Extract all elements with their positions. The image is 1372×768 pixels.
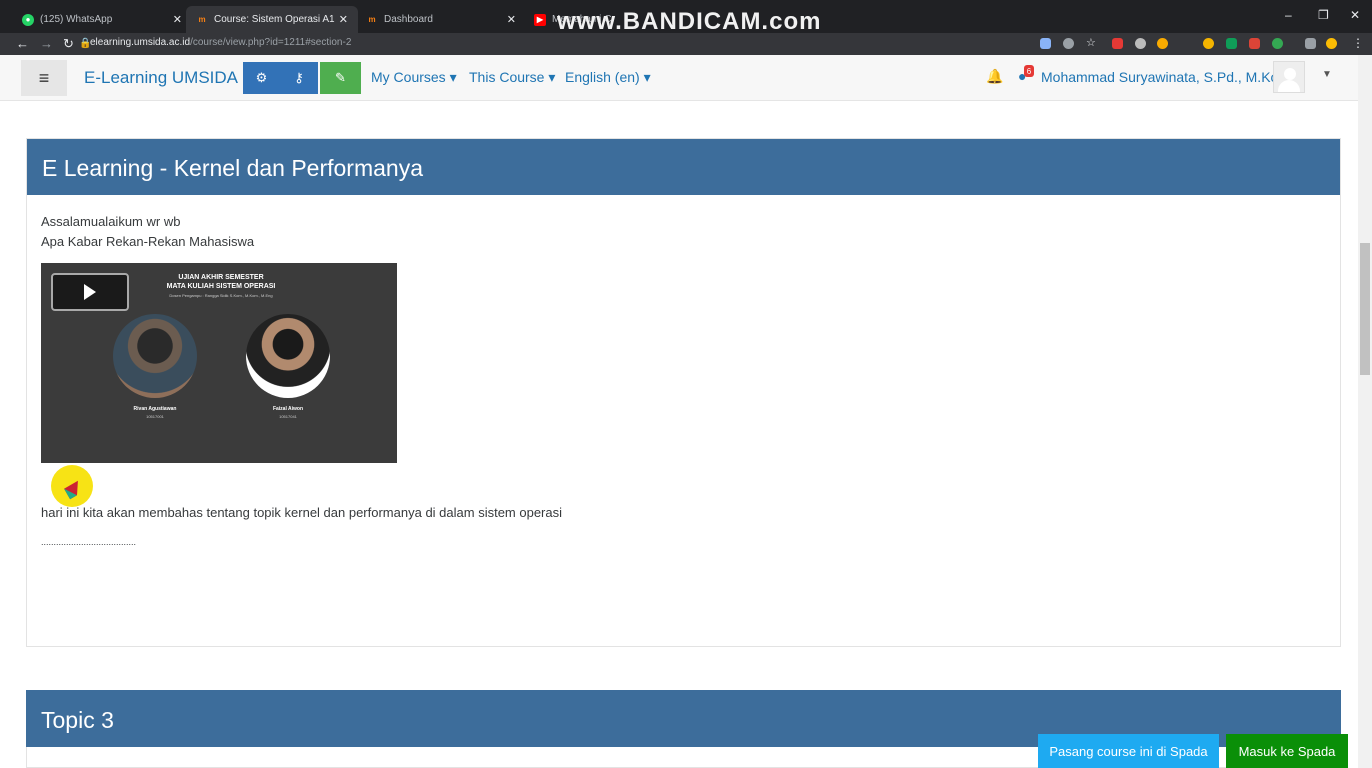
close-icon[interactable]: ✕ xyxy=(173,13,182,26)
menu-kebab-icon[interactable]: ⋮ xyxy=(1352,36,1364,50)
person-id: 10517041 xyxy=(279,414,297,419)
bandicam-watermark: www.BANDICAM.com xyxy=(557,8,822,35)
tab-label: (125) WhatsApp xyxy=(40,14,113,25)
extension-icon[interactable] xyxy=(1157,38,1168,49)
forward-icon[interactable]: → xyxy=(40,36,53,51)
tab-dashboard[interactable]: m Dashboard ✕ xyxy=(356,6,526,33)
enter-spada-button[interactable]: Masuk ke Spada xyxy=(1226,734,1348,768)
back-icon[interactable]: ← xyxy=(16,36,29,51)
video-title: UJIAN AKHIR SEMESTER MATA KULIAH SISTEM … xyxy=(141,273,301,291)
section-description: hari ini kita akan membahas tentang topi… xyxy=(41,505,562,520)
user-name[interactable]: Mohammad Suryawinata, S.Pd., M.Kom xyxy=(1041,69,1290,85)
browser-toolbar: ← → ↻ 🔒 elearning.umsida.ac.id/course/vi… xyxy=(0,33,1372,55)
play-icon xyxy=(84,284,96,300)
install-spada-button[interactable]: Pasang course ini di Spada xyxy=(1038,734,1219,768)
notification-bell-icon[interactable]: 🔔 xyxy=(986,68,1003,85)
site-brand[interactable]: E-Learning UMSIDA xyxy=(84,68,238,88)
tab-label: Dashboard xyxy=(384,14,433,25)
menu-this-course[interactable]: This Course ▾ xyxy=(469,69,555,86)
greeting-line: Apa Kabar Rekan-Rekan Mahasiswa xyxy=(41,234,255,249)
restore-icon[interactable]: ❐ xyxy=(1318,8,1329,22)
reload-icon[interactable]: ↻ xyxy=(63,36,74,52)
star-icon[interactable]: ☆ xyxy=(1086,36,1097,49)
url-path: /course/view.php?id=1211#section-2 xyxy=(190,37,352,48)
section-summary: Assalamualaikum wr wb Apa Kabar Rekan-Re… xyxy=(27,195,1340,252)
menu-label: This Course xyxy=(469,69,545,85)
extension-icon[interactable] xyxy=(1203,38,1214,49)
menu-my-courses[interactable]: My Courses ▾ xyxy=(371,69,457,86)
greeting-line: Assalamualaikum wr wb xyxy=(41,214,181,229)
hamburger-menu-icon[interactable]: ≡ xyxy=(21,60,67,96)
translate-icon[interactable] xyxy=(1040,38,1051,49)
chevron-down-icon[interactable]: ▼ xyxy=(1322,69,1332,80)
extension-icon[interactable] xyxy=(1272,38,1283,49)
play-button[interactable] xyxy=(51,273,129,311)
moodle-icon: m xyxy=(198,15,206,24)
profile-icon[interactable] xyxy=(1326,38,1337,49)
cogs-icon: ⚙ xyxy=(255,70,268,85)
person-photo xyxy=(113,314,197,398)
tab-course[interactable]: m Course: Sistem Operasi A1 ✕ xyxy=(186,6,358,33)
extension-icon[interactable] xyxy=(1112,38,1123,49)
person-id: 10517001 xyxy=(146,414,164,419)
scrollbar-thumb[interactable] xyxy=(1360,243,1370,375)
close-icon[interactable]: ✕ xyxy=(507,13,516,26)
key-icon: ⚷ xyxy=(294,70,304,85)
section-title: E Learning - Kernel dan Performanya xyxy=(27,139,1340,195)
key-button[interactable]: ⚷ xyxy=(280,62,318,94)
video-title-line: MATA KULIAH SISTEM OPERASI xyxy=(166,283,276,290)
menu-label: English (en) xyxy=(565,69,640,85)
menu-language[interactable]: English (en) ▾ xyxy=(565,69,651,86)
site-navbar: ≡ E-Learning UMSIDA ⚙ ⚷ ✎ My Courses ▾ T… xyxy=(0,55,1358,101)
moodle-icon: m xyxy=(368,15,376,24)
extension-icon[interactable] xyxy=(1249,38,1260,49)
video-subtitle: Dosen Pengampu : Rangga Sidik S.Kom., M.… xyxy=(169,293,273,298)
person-photo xyxy=(246,314,330,398)
menu-label: My Courses xyxy=(371,69,446,85)
extension-icon[interactable] xyxy=(1135,38,1146,49)
message-count-badge: 6 xyxy=(1024,65,1034,77)
zoom-icon[interactable] xyxy=(1063,38,1074,49)
url-host: elearning.umsida.ac.id xyxy=(90,37,191,48)
browser-tab-bar: ● (125) WhatsApp ✕ m Course: Sistem Oper… xyxy=(0,0,1372,35)
video-title-line: UJIAN AKHIR SEMESTER xyxy=(178,274,264,281)
whatsapp-icon: ● xyxy=(22,13,34,26)
close-window-icon[interactable]: ✕ xyxy=(1350,8,1360,22)
page-scrollbar[interactable] xyxy=(1358,55,1372,768)
address-bar[interactable]: elearning.umsida.ac.id/course/view.php?i… xyxy=(90,37,351,48)
video-player[interactable]: UJIAN AKHIR SEMESTER MATA KULIAH SISTEM … xyxy=(41,263,397,463)
avatar[interactable] xyxy=(1273,61,1305,93)
admin-settings-button[interactable]: ⚙ xyxy=(243,62,280,94)
close-icon[interactable]: ✕ xyxy=(339,13,348,26)
tab-whatsapp[interactable]: ● (125) WhatsApp ✕ xyxy=(12,6,192,33)
tab-label: Course: Sistem Operasi A1 xyxy=(214,14,335,25)
edit-icon: ✎ xyxy=(335,70,346,85)
minimize-icon[interactable]: – xyxy=(1285,8,1292,22)
person-name: Rivan Agustiawan xyxy=(133,406,177,412)
course-section: E Learning - Kernel dan Performanya Assa… xyxy=(26,138,1341,647)
edit-mode-button[interactable]: ✎ xyxy=(320,62,361,94)
extension-icon[interactable] xyxy=(1226,38,1237,49)
section-dots: ...................................... xyxy=(41,537,137,547)
youtube-icon: ▶ xyxy=(534,13,546,26)
reading-list-icon[interactable] xyxy=(1305,38,1316,49)
person-name: Faizal Aiwon xyxy=(272,406,304,412)
